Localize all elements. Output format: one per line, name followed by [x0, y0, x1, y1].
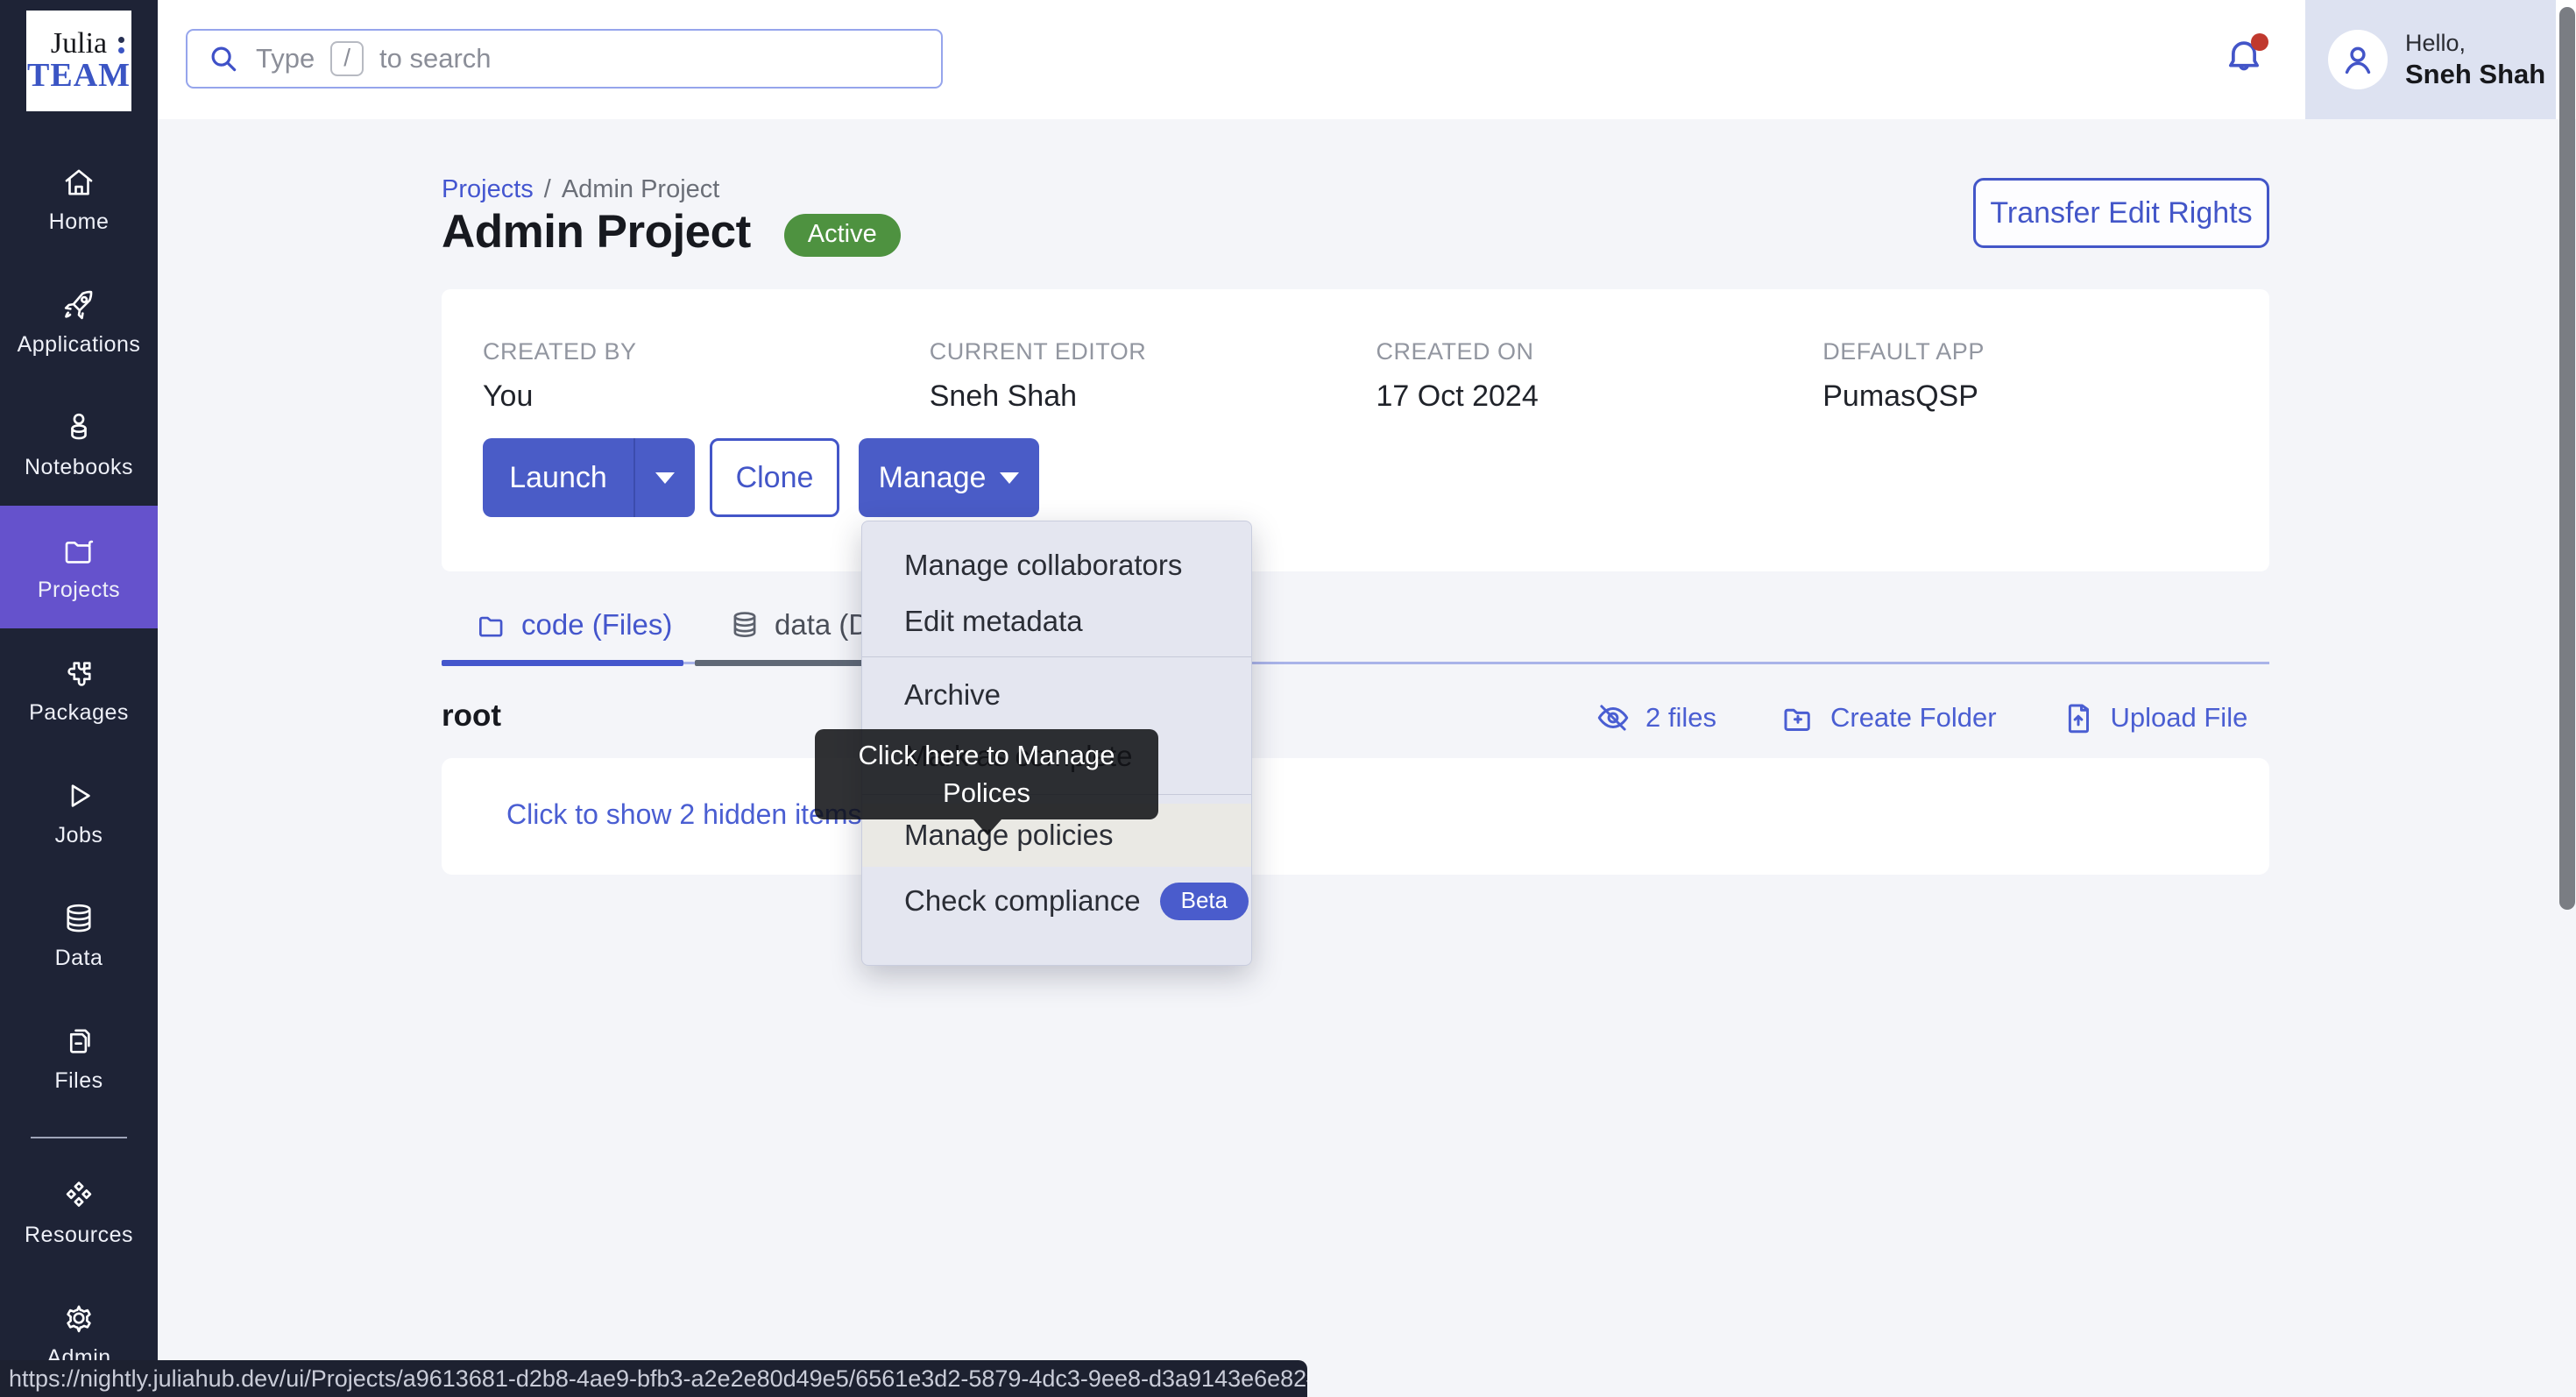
home-icon [60, 164, 97, 201]
create-folder-button[interactable]: Create Folder [1780, 699, 1997, 736]
project-info-card: CREATED BY You CURRENT EDITOR Sneh Shah … [442, 289, 2269, 571]
status-badge: Active [784, 214, 901, 257]
page-title: Admin Project [442, 205, 751, 259]
menu-divider [862, 656, 1251, 657]
meta-label-current-editor: CURRENT EDITOR [930, 338, 1376, 365]
meta-value-created-on: 17 Oct 2024 [1376, 379, 1823, 414]
hidden-files-toggle[interactable]: 2 files [1595, 699, 1716, 736]
breadcrumb-current: Admin Project [562, 175, 720, 204]
files-list-card: Click to show 2 hidden items [442, 758, 2269, 875]
meta-label-created-on: CREATED ON [1376, 338, 1823, 365]
show-hidden-items-link[interactable]: Click to show 2 hidden items [506, 798, 862, 831]
statusbar-url: https://nightly.juliahub.dev/ui/Projects… [9, 1365, 1307, 1393]
tooltip-arrow [973, 819, 1001, 835]
launch-options-button[interactable] [633, 438, 695, 517]
search-icon [207, 42, 240, 75]
user-name: Sneh Shah [2405, 59, 2545, 90]
resources-icon [60, 1177, 97, 1214]
search-input[interactable]: Type / to search [186, 29, 943, 89]
gear-icon [60, 1300, 97, 1337]
sidebar-item-notebooks[interactable]: Notebooks [0, 383, 158, 506]
menu-item-manage-collaborators[interactable]: Manage collaborators [862, 537, 1251, 593]
julia-team-logo[interactable]: Julia TEAM [26, 11, 131, 111]
greeting-text: Hello, [2405, 29, 2545, 59]
beta-badge: Beta [1160, 883, 1249, 920]
upload-file-button[interactable]: Upload File [2060, 699, 2248, 736]
clone-button[interactable]: Clone [710, 438, 839, 517]
play-icon [60, 777, 97, 814]
top-header: Type / to search [158, 0, 2576, 119]
rocket-icon [60, 287, 97, 323]
sidebar-item-jobs[interactable]: Jobs [0, 751, 158, 874]
active-tab-underline [442, 660, 683, 666]
eye-slash-icon [1595, 699, 1631, 736]
user-menu[interactable]: Hello, Sneh Shah [2305, 0, 2556, 119]
launch-button[interactable]: Launch [483, 438, 633, 517]
sidebar-item-applications[interactable]: Applications [0, 260, 158, 383]
logo-text-team: TEAM [27, 59, 131, 94]
search-placeholder-suffix: to search [379, 43, 492, 74]
notifications-button[interactable] [2221, 35, 2270, 88]
notification-badge [2251, 33, 2268, 51]
breadcrumb: Projects / Admin Project [442, 175, 719, 204]
transfer-edit-rights-button[interactable]: Transfer Edit Rights [1973, 178, 2269, 248]
caret-down-icon [655, 472, 675, 484]
vertical-scrollbar[interactable] [2559, 7, 2575, 910]
link-preview-statusbar: https://nightly.juliahub.dev/ui/Projects… [0, 1360, 1307, 1397]
logo-dots [118, 37, 124, 53]
sidebar-item-packages[interactable]: Packages [0, 628, 158, 751]
tab-data-datasets[interactable]: data (D [728, 608, 869, 642]
menu-item-edit-metadata[interactable]: Edit metadata [862, 593, 1251, 649]
breadcrumb-projects-link[interactable]: Projects [442, 175, 534, 204]
sidebar: Julia TEAM Home Applications Notebooks P… [0, 0, 158, 1397]
folder-plus-icon [1780, 699, 1816, 736]
manage-button[interactable]: Manage [859, 438, 1039, 517]
puzzle-icon [60, 655, 97, 691]
sidebar-item-resources[interactable]: Resources [0, 1151, 158, 1273]
tab-code-files[interactable]: code (Files) [475, 608, 672, 642]
folder-icon [60, 532, 97, 569]
tab-strip: code (Files) data (D [442, 603, 2269, 664]
search-placeholder-prefix: Type [256, 43, 315, 74]
meta-value-default-app: PumasQSP [1822, 379, 2269, 414]
avatar [2328, 30, 2388, 89]
meta-label-created-by: CREATED BY [483, 338, 930, 365]
root-folder-label: root [442, 698, 501, 734]
person-icon [2338, 39, 2378, 80]
sidebar-divider [31, 1137, 127, 1138]
menu-item-check-compliance[interactable]: Check compliance Beta [862, 867, 1251, 935]
breadcrumb-separator: / [544, 175, 551, 204]
manage-policies-tooltip: Click here to Manage Polices [815, 729, 1158, 819]
sidebar-item-data[interactable]: Data [0, 874, 158, 996]
database-icon [60, 900, 97, 937]
sidebar-item-files[interactable]: Files [0, 996, 158, 1119]
menu-item-archive[interactable]: Archive [862, 664, 1251, 726]
sidebar-item-home[interactable]: Home [0, 138, 158, 260]
slash-key-hint: / [330, 41, 364, 76]
database-icon [728, 608, 761, 642]
caret-down-icon [1000, 472, 1019, 484]
meta-value-created-by: You [483, 379, 930, 414]
notebook-icon [60, 409, 97, 446]
documents-icon [60, 1023, 97, 1060]
meta-value-current-editor: Sneh Shah [930, 379, 1376, 414]
meta-label-default-app: DEFAULT APP [1822, 338, 2269, 365]
sidebar-nav: Home Applications Notebooks Projects Pac… [0, 138, 158, 1396]
folder-icon [475, 608, 508, 642]
logo-text-julia: Julia [51, 29, 107, 59]
sidebar-item-projects[interactable]: Projects [0, 506, 158, 628]
file-upload-icon [2060, 699, 2097, 736]
